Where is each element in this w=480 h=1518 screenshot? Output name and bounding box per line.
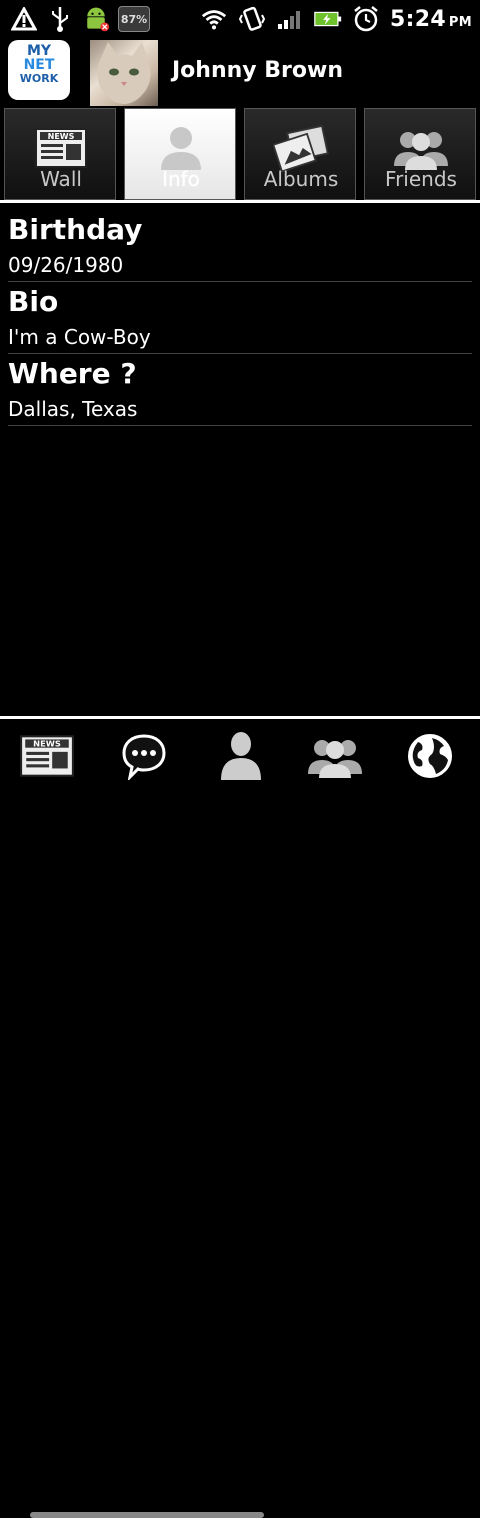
battery-percent-badge: 87% [118,6,150,32]
tab-wall-label: Wall [40,167,82,191]
android-icon [82,5,110,33]
news-icon: NEWS [33,123,89,173]
info-field-bio: Bio I'm a Cow-Boy [8,282,472,354]
info-field-birthday: Birthday 09/26/1980 [8,210,472,282]
logo-line: MY [26,43,52,59]
svg-text:NEWS: NEWS [48,132,75,141]
chat-icon [120,732,168,784]
photos-icon [273,123,329,173]
tab-divider [0,200,480,203]
field-title: Where ? [8,357,137,390]
avatar[interactable] [90,40,158,106]
logo-line: NET [23,57,55,73]
person-icon [153,123,209,173]
usb-icon [46,5,74,33]
logo-line: WORK [19,72,59,85]
field-title: Bio [8,285,59,318]
bottom-divider [0,716,480,719]
nav-friends-button[interactable] [305,728,365,788]
nav-news-button[interactable]: NEWS [17,728,77,788]
tab-friends-label: Friends [385,167,457,191]
status-bar: 87% 5:24 PM [0,0,480,38]
profile-header: MY NET WORK Johnny Brown [0,38,480,108]
bottom-nav: NEWS [0,720,480,1518]
profile-tabs: NEWS Wall Info Albums Friends [0,108,480,200]
field-value: 09/26/1980 [8,253,124,277]
status-ampm: PM [448,14,472,30]
alarm-icon [352,5,380,33]
tab-albums-label: Albums [263,167,339,191]
people-icon [393,123,449,173]
field-value: Dallas, Texas [8,397,138,421]
wifi-icon [200,5,228,33]
svg-text:NEWS: NEWS [33,739,61,749]
people-icon [307,733,363,783]
nav-chat-button[interactable] [114,728,174,788]
battery-icon [314,5,342,33]
logo-text: MY NET WORK [8,44,70,86]
person-icon [219,730,263,786]
warning-icon [10,5,38,33]
status-time: 5:24 PM [390,7,472,32]
info-field-where: Where ? Dallas, Texas [8,354,472,426]
tab-friends[interactable]: Friends [364,108,476,200]
field-title: Birthday [8,213,143,246]
signal-icon [276,5,304,33]
tab-wall[interactable]: NEWS Wall [4,108,116,200]
info-list: Birthday 09/26/1980 Bio I'm a Cow-Boy Wh… [8,210,472,426]
news-icon: NEWS [19,734,75,782]
tab-albums[interactable]: Albums [244,108,356,200]
user-name: Johnny Brown [172,58,344,83]
field-value: I'm a Cow-Boy [8,325,151,349]
globe-icon [406,732,454,784]
nav-world-button[interactable] [400,728,460,788]
tab-info-label: Info [162,167,200,191]
app-logo[interactable]: MY NET WORK [8,40,70,100]
status-time-value: 5:24 [390,6,446,32]
vibrate-icon [238,5,266,33]
tab-info[interactable]: Info [124,108,236,200]
scroll-indicator [30,1512,264,1518]
nav-profile-button[interactable] [211,728,271,788]
